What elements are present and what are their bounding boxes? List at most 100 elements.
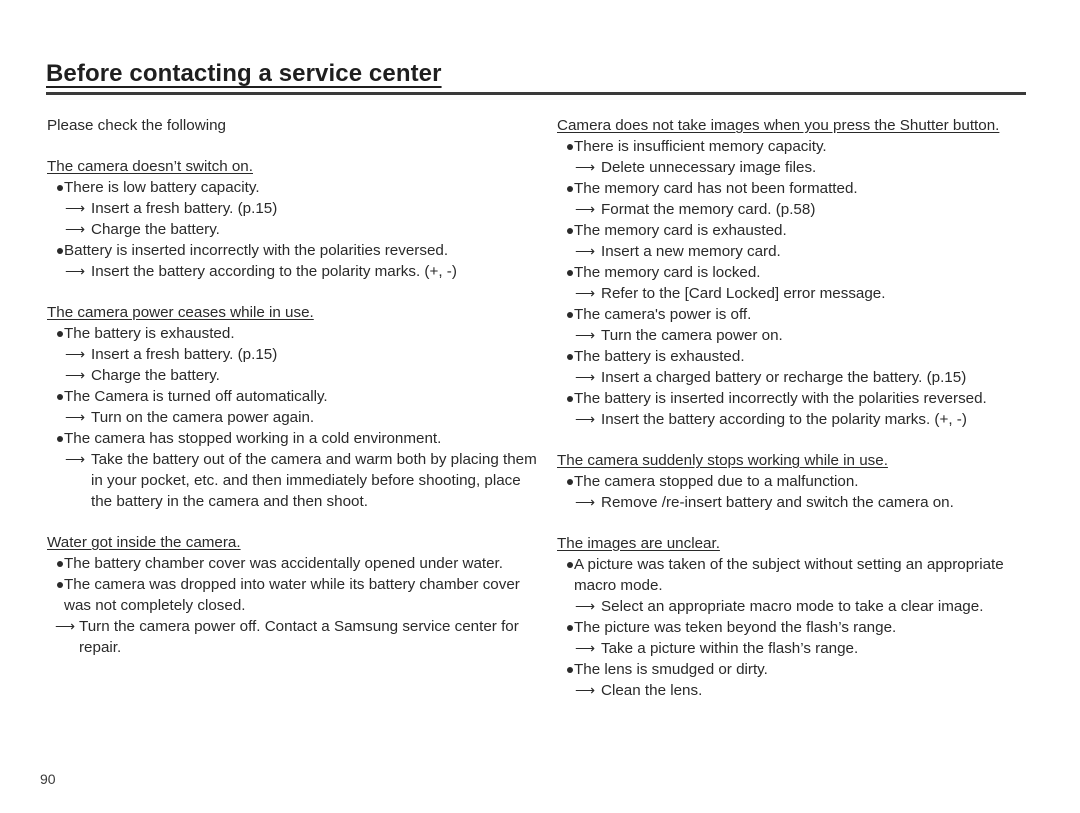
fix-text: Take the battery out of the camera and w… (91, 451, 537, 510)
title-rule: Before contacting a service center (46, 60, 1026, 95)
fix-item: ⟶ Insert the battery according to the pol… (557, 409, 1037, 430)
arrow-right-icon: ⟶ (65, 221, 86, 237)
fix-item: ⟶ Insert the battery according to the pol… (47, 261, 537, 282)
bullet-icon (567, 186, 573, 192)
cause-item: The memory card is exhausted. (557, 220, 1037, 241)
cause-text: The camera's power is off. (574, 306, 752, 323)
right-column: Camera does not take images when you pre… (557, 115, 1037, 721)
cause-text: The memory card has not been formatted. (574, 180, 858, 197)
cause-item: There is low battery capacity. (47, 177, 537, 198)
bullet-icon (57, 436, 63, 442)
fix-text: Clean the lens. (601, 682, 703, 699)
bullet-icon (567, 562, 573, 568)
bullet-icon (57, 185, 63, 191)
cause-text: The camera has stopped working in a cold… (64, 430, 442, 447)
fix-text: Charge the battery. (91, 221, 220, 238)
arrow-right-icon: ⟶ (575, 682, 596, 698)
cause-item: A picture was taken of the subject witho… (557, 554, 1037, 596)
fix-item: ⟶ Clean the lens. (557, 680, 1037, 701)
cause-item: The battery chamber cover was accidental… (47, 553, 537, 574)
fix-item: ⟶ Insert a fresh battery. (p.15) (47, 344, 537, 365)
fix-text: Charge the battery. (91, 367, 220, 384)
arrow-right-icon: ⟶ (575, 201, 596, 217)
arrow-right-icon: ⟶ (65, 409, 86, 425)
arrow-right-icon: ⟶ (575, 598, 596, 614)
fix-text: Turn on the camera power again. (91, 409, 315, 426)
fix-text: Insert a charged battery or recharge the… (601, 369, 967, 386)
cause-text: The battery is inserted incorrectly with… (574, 390, 987, 407)
bullet-icon (567, 625, 573, 631)
cause-item: The camera stopped due to a malfunction. (557, 471, 1037, 492)
fix-item: ⟶ Insert a new memory card. (557, 241, 1037, 262)
fix-text: Turn the camera power off. Contact a Sam… (79, 618, 519, 656)
section-heading: The images are unclear. (557, 535, 720, 552)
cause-item: Battery is inserted incorrectly with the… (47, 240, 537, 261)
bullet-icon (567, 354, 573, 360)
cause-item: The camera was dropped into water while … (47, 574, 537, 616)
fix-item: ⟶ Delete unnecessary image files. (557, 157, 1037, 178)
arrow-right-icon: ⟶ (65, 200, 86, 216)
bullet-icon (567, 144, 573, 150)
arrow-right-icon: ⟶ (575, 327, 596, 343)
section-heading: The camera power ceases while in use. (47, 304, 314, 321)
cause-text: There is low battery capacity. (64, 179, 260, 196)
arrow-right-icon: ⟶ (65, 263, 86, 279)
fix-item: ⟶ Select an appropriate macro mode to tak… (557, 596, 1037, 617)
cause-text: The lens is smudged or dirty. (574, 661, 768, 678)
fix-text: Insert a fresh battery. (p.15) (91, 200, 278, 217)
cause-item: The memory card is locked. (557, 262, 1037, 283)
fix-item: ⟶ Turn the camera power off. Contact a Sa… (47, 616, 537, 658)
fix-item: ⟶ Charge the battery. (47, 365, 537, 386)
fix-text: Insert the battery according to the pola… (91, 263, 457, 280)
fix-item: ⟶ Insert a charged battery or recharge th… (557, 367, 1037, 388)
fix-item: ⟶ Refer to the [Card Locked] error messag… (557, 283, 1037, 304)
arrow-right-icon: ⟶ (575, 285, 596, 301)
fix-item: ⟶ Take the battery out of the camera and … (47, 449, 537, 512)
arrow-right-icon: ⟶ (65, 451, 86, 467)
cause-item: The camera has stopped working in a cold… (47, 428, 537, 449)
fix-item: ⟶ Remove /re-insert battery and switch th… (557, 492, 1037, 513)
cause-text: The camera was dropped into water while … (64, 576, 520, 614)
fix-item: ⟶ Format the memory card. (p.58) (557, 199, 1037, 220)
fix-text: Delete unnecessary image files. (601, 159, 817, 176)
bullet-icon (57, 248, 63, 254)
fix-text: Remove /re-insert battery and switch the… (601, 494, 954, 511)
bullet-icon (567, 667, 573, 673)
trouble-section: The camera doesn’t switch on. There is lo… (47, 156, 537, 282)
section-heading: The camera suddenly stops working while … (557, 452, 888, 469)
bullet-icon (57, 561, 63, 567)
arrow-right-icon: ⟶ (575, 411, 596, 427)
cause-item: The battery is inserted incorrectly with… (557, 388, 1037, 409)
fix-text: Insert a fresh battery. (p.15) (91, 346, 278, 363)
arrow-right-icon: ⟶ (575, 369, 596, 385)
arrow-right-icon: ⟶ (575, 494, 596, 510)
cause-item: The Camera is turned off automatically. (47, 386, 537, 407)
cause-item: The camera's power is off. (557, 304, 1037, 325)
fix-text: Refer to the [Card Locked] error message… (601, 285, 886, 302)
arrow-right-icon: ⟶ (575, 243, 596, 259)
cause-text: The battery is exhausted. (574, 348, 745, 365)
page-number: 90 (40, 771, 56, 787)
fix-item: ⟶ Take a picture within the flash’s range… (557, 638, 1037, 659)
cause-text: A picture was taken of the subject witho… (574, 556, 1004, 594)
fix-item: ⟶ Charge the battery. (47, 219, 537, 240)
bullet-icon (567, 228, 573, 234)
arrow-right-icon: ⟶ (65, 367, 86, 383)
cause-item: The battery is exhausted. (557, 346, 1037, 367)
page-title: Before contacting a service center (46, 60, 442, 87)
trouble-section: The camera suddenly stops working while … (557, 450, 1037, 513)
cause-text: The memory card is exhausted. (574, 222, 787, 239)
fix-text: Take a picture within the flash’s range. (601, 640, 859, 657)
arrow-right-icon: ⟶ (55, 618, 76, 634)
bullet-icon (567, 270, 573, 276)
left-column: Please check the following The camera do… (47, 115, 537, 678)
section-heading: The camera doesn’t switch on. (47, 158, 253, 175)
trouble-section: Water got inside the camera. The battery … (47, 532, 537, 658)
fix-item: ⟶ Turn on the camera power again. (47, 407, 537, 428)
intro-text: Please check the following (47, 117, 226, 134)
right-sections: Camera does not take images when you pre… (557, 115, 1037, 701)
cause-text: Battery is inserted incorrectly with the… (64, 242, 449, 259)
cause-text: The camera stopped due to a malfunction. (574, 473, 859, 490)
bullet-icon (57, 331, 63, 337)
section-heading: Camera does not take images when you pre… (557, 117, 1000, 134)
